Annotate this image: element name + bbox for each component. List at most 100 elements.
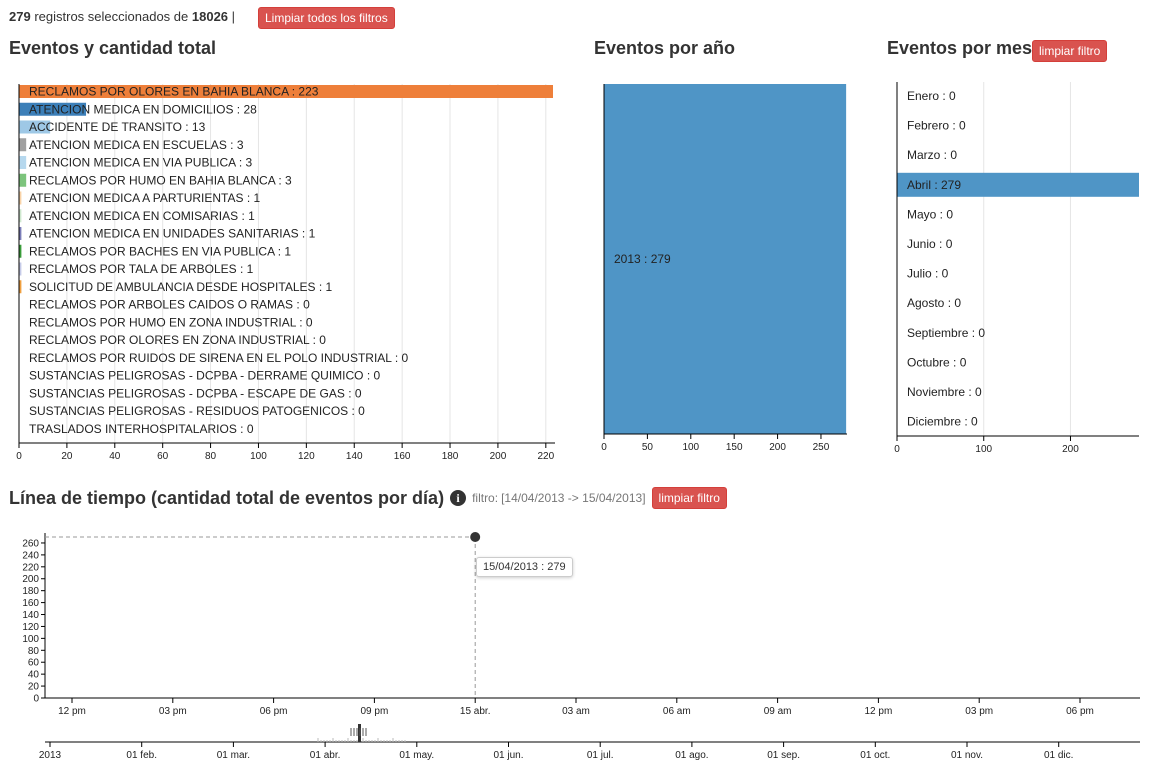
years-chart-title: Eventos por año: [594, 38, 736, 58]
overview-x-tick-label: 01 jul.: [587, 750, 614, 761]
months-bar-label: Julio : 0: [907, 267, 949, 281]
timeline-y-tick-label: 220: [22, 562, 39, 573]
months-bar-label: Septiembre : 0: [907, 326, 985, 340]
events-x-tick-label: 40: [109, 451, 121, 462]
months-bar-label: Marzo : 0: [907, 148, 957, 162]
events-bar-label: RECLAMOS POR HUMO EN BAHIA BLANCA : 3: [29, 173, 292, 187]
months-x-tick-label: 0: [894, 444, 900, 455]
events-bar-label: SUSTANCIAS PELIGROSAS - RESIDUOS PATOGEN…: [29, 404, 365, 418]
selection-summary: 279 registros seleccionados de 18026 |: [9, 7, 235, 27]
timeline-x-tick-label: 12 pm: [58, 706, 86, 717]
events-bar-label: RECLAMOS POR ARBOLES CAIDOS O RAMAS : 0: [29, 298, 310, 312]
months-chart-title: Eventos por mes: [887, 38, 1033, 58]
timeline-x-tick-label: 06 pm: [260, 706, 288, 717]
events-bar-label: SUSTANCIAS PELIGROSAS - DCPBA - ESCAPE D…: [29, 386, 362, 400]
timeline-y-tick-label: 0: [33, 694, 39, 705]
timeline-chart[interactable]: 020406080100120140160180200220240260 12 p…: [0, 525, 1157, 769]
events-bar-label: SOLICITUD DE AMBULANCIA DESDE HOSPITALES…: [29, 280, 333, 294]
events-bar-label: RECLAMOS POR HUMO EN ZONA INDUSTRIAL : 0: [29, 315, 313, 329]
events-x-tick-label: 0: [16, 451, 22, 462]
timeline-y-tick-label: 260: [22, 538, 39, 549]
events-bar-label: SUSTANCIAS PELIGROSAS - DCPBA - DERRAME …: [29, 369, 381, 383]
years-chart[interactable]: 2013 : 279 0 50 100 150 200 250: [580, 60, 870, 470]
events-bar-label: ATENCION MEDICA EN UNIDADES SANITARIAS :…: [29, 227, 316, 241]
months-bar-label: Diciembre : 0: [907, 415, 978, 429]
years-x-tick-label: 50: [642, 442, 654, 453]
years-x-tick-label: 250: [813, 442, 830, 453]
events-bar: [19, 156, 27, 169]
timeline-y-tick-label: 120: [22, 622, 39, 633]
overview-x-tick-label: 01 sep.: [767, 750, 800, 761]
info-icon[interactable]: i: [450, 490, 467, 506]
events-x-tick-label: 60: [157, 451, 169, 462]
events-bar-label: RECLAMOS POR OLORES EN ZONA INDUSTRIAL :…: [29, 333, 326, 347]
events-bar: [19, 138, 27, 152]
timeline-y-tick-label: 60: [28, 658, 40, 669]
months-bar-label: Octubre : 0: [907, 355, 967, 369]
events-x-tick-label: 200: [490, 451, 507, 462]
years-x-tick-label: 150: [726, 442, 743, 453]
timeline-title: Línea de tiempo (cantidad total de event…: [9, 487, 445, 508]
timeline-y-tick-label: 140: [22, 610, 39, 621]
timeline-data-point: [470, 532, 481, 542]
separator: |: [231, 9, 236, 24]
events-x-tick-label: 20: [61, 451, 73, 462]
months-x-tick-label: 200: [1062, 444, 1079, 455]
events-x-tick-label: 120: [298, 451, 315, 462]
total-count: 18026: [191, 9, 229, 24]
events-x-tick-label: 100: [250, 451, 267, 462]
events-bar-label: ATENCION MEDICA EN COMISARIAS : 1: [29, 209, 255, 223]
events-bar: [19, 173, 27, 187]
events-bar-label: ATENCION MEDICA A PARTURIENTAS : 1: [29, 191, 260, 205]
timeline-x-tick-label: 03 am: [562, 706, 590, 717]
events-x-tick-label: 220: [537, 451, 554, 462]
events-x-tick-label: 80: [205, 451, 217, 462]
timeline-filter-value: [14/04/2013 -> 15/04/2013]: [501, 491, 646, 505]
timeline-y-tick-label: 160: [22, 598, 39, 609]
events-x-tick-label: 140: [346, 451, 363, 462]
months-bar-label: Junio : 0: [907, 237, 953, 251]
events-bar-label: RECLAMOS POR OLORES EN BAHIA BLANCA : 22…: [29, 85, 319, 99]
overview-x-tick-label: 01 feb.: [126, 750, 157, 761]
overview-x-tick-label: 2013: [39, 750, 62, 761]
months-bar-label: Febrero : 0: [907, 119, 966, 133]
timeline-y-tick-label: 20: [28, 682, 40, 693]
events-bar-label: RECLAMOS POR BACHES EN VIA PUBLICA : 1: [29, 244, 291, 258]
events-bar-label: RECLAMOS POR TALA DE ARBOLES : 1: [29, 262, 254, 276]
years-x-tick-label: 200: [769, 442, 786, 453]
selected-text: registros seleccionados de: [34, 9, 189, 24]
timeline-y-tick-label: 80: [28, 646, 40, 657]
months-clear-filter-button[interactable]: limpiar filtro: [1032, 40, 1108, 62]
timeline-x-tick-label: 12 pm: [865, 706, 893, 717]
events-x-tick-label: 180: [442, 451, 459, 462]
months-bar-label: Enero : 0: [907, 89, 956, 103]
months-bar-label: Agosto : 0: [907, 296, 961, 310]
overview-x-tick-label: 01 nov.: [951, 750, 983, 761]
timeline-header: Línea de tiempo (cantidad total de event…: [9, 487, 727, 509]
timeline-x-tick-label: 03 pm: [965, 706, 993, 717]
events-bar-label: RECLAMOS POR RUIDOS DE SIRENA EN EL POLO…: [29, 351, 409, 365]
overview-x-tick-label: 01 oct.: [860, 750, 890, 761]
overview-x-tick-label: 01 may.: [399, 750, 434, 761]
months-bar-label: Abril : 279: [907, 178, 961, 192]
timeline-x-tick-label: 03 pm: [159, 706, 187, 717]
events-bar-label: ATENCION MEDICA EN VIA PUBLICA : 3: [29, 156, 252, 170]
clear-all-filters-button[interactable]: Limpiar todos los filtros: [258, 7, 395, 29]
overview-x-tick-label: 01 dic.: [1044, 750, 1073, 761]
events-bar-label: ATENCION MEDICA EN ESCUELAS : 3: [29, 138, 244, 152]
years-x-tick-label: 100: [682, 442, 699, 453]
timeline-y-tick-label: 200: [22, 574, 39, 585]
timeline-x-tick-label: 15 abr.: [460, 706, 491, 717]
months-bar-label: Mayo : 0: [907, 207, 953, 221]
events-bar-label: ATENCION MEDICA EN DOMICILIOS : 28: [29, 102, 257, 116]
timeline-tooltip: 15/04/2013 : 279: [476, 557, 573, 577]
events-chart-title: Eventos y cantidad total: [9, 38, 217, 58]
overview-x-tick-label: 01 abr.: [310, 750, 341, 761]
events-bar-label: TRASLADOS INTERHOSPITALARIOS : 0: [29, 422, 254, 436]
events-chart[interactable]: RECLAMOS POR OLORES EN BAHIA BLANCA : 22…: [0, 60, 580, 470]
timeline-clear-filter-button[interactable]: limpiar filtro: [651, 487, 727, 509]
months-chart[interactable]: Enero : 0 Febrero : 0 Marzo : 0 Abril : 279…: [870, 60, 1157, 470]
timeline-x-tick-label: 06 am: [663, 706, 691, 717]
overview-x-tick-label: 01 ago.: [675, 750, 708, 761]
years-bar-label: 2013 : 279: [614, 252, 671, 266]
